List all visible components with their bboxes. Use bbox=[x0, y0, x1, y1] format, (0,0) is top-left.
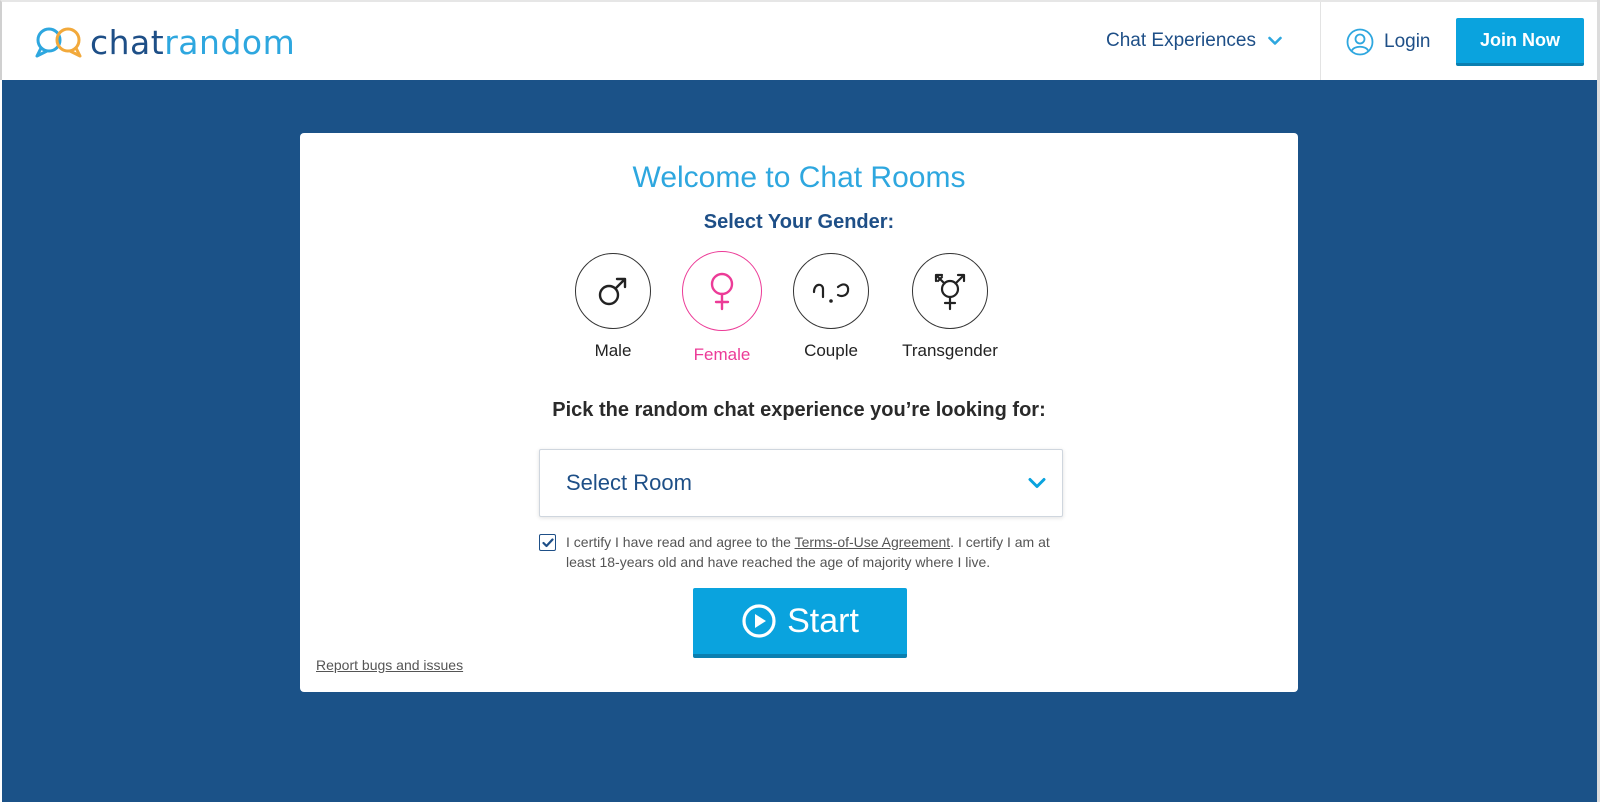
chevron-down-icon bbox=[1028, 478, 1046, 488]
female-symbol-icon bbox=[710, 272, 734, 311]
play-icon bbox=[742, 604, 776, 638]
chatrandom-logo[interactable]: chatrandom bbox=[32, 20, 295, 64]
gender-label-couple: Couple bbox=[804, 341, 858, 360]
chevron-down-icon bbox=[1268, 36, 1282, 45]
certify-text: I certify I have read and agree to the T… bbox=[566, 532, 1069, 572]
site-header: chatrandom Chat Experiences Login Join N… bbox=[0, 0, 1600, 82]
gender-option-female[interactable]: Female bbox=[662, 251, 782, 365]
login-link[interactable]: Login bbox=[1346, 28, 1431, 56]
gender-option-transgender[interactable]: Transgender bbox=[890, 253, 1010, 361]
terms-of-use-link[interactable]: Terms-of-Use Agreement bbox=[795, 534, 951, 550]
join-now-button[interactable]: Join Now bbox=[1456, 18, 1584, 66]
gender-option-couple[interactable]: Couple bbox=[771, 253, 891, 361]
certify-text-before: I certify I have read and agree to the bbox=[566, 534, 795, 550]
gender-label-transgender: Transgender bbox=[902, 341, 998, 360]
room-select[interactable]: Select Room bbox=[539, 449, 1063, 517]
couple-icon bbox=[812, 283, 850, 303]
page-title: Welcome to Chat Rooms bbox=[632, 161, 966, 194]
welcome-card: Welcome to Chat Rooms Select Your Gender… bbox=[300, 133, 1298, 692]
gender-circle-transgender bbox=[912, 253, 988, 329]
certify-row: I certify I have read and agree to the T… bbox=[539, 532, 1069, 572]
room-select-value: Select Room bbox=[566, 470, 692, 495]
logo-random-text: random bbox=[164, 22, 296, 62]
room-prompt: Pick the random chat experience you’re l… bbox=[552, 399, 1046, 421]
gender-label-female: Female bbox=[693, 345, 751, 364]
gender-prompt: Select Your Gender: bbox=[703, 211, 895, 233]
chat-experiences-menu[interactable]: Chat Experiences bbox=[1106, 30, 1282, 52]
start-label: Start bbox=[787, 601, 859, 640]
user-icon bbox=[1346, 28, 1374, 56]
start-button[interactable]: Start bbox=[693, 588, 907, 658]
gender-option-male[interactable]: Male bbox=[553, 253, 673, 361]
chat-bubbles-icon bbox=[35, 27, 82, 58]
certify-checkbox[interactable] bbox=[539, 534, 556, 551]
chat-experiences-label: Chat Experiences bbox=[1106, 30, 1256, 51]
checkmark-icon bbox=[541, 537, 554, 547]
report-bugs-link[interactable]: Report bugs and issues bbox=[316, 657, 463, 673]
header-divider bbox=[1320, 2, 1321, 82]
main-area: Welcome to Chat Rooms Select Your Gender… bbox=[2, 80, 1597, 802]
login-label: Login bbox=[1384, 31, 1431, 52]
logo-chat-text: chat bbox=[90, 22, 165, 62]
gender-circle-female bbox=[682, 251, 762, 331]
gender-circle-couple bbox=[793, 253, 869, 329]
gender-label-male: Male bbox=[594, 341, 632, 360]
gender-circle-male bbox=[575, 253, 651, 329]
logo-wordmark: chatrandom bbox=[90, 26, 295, 59]
transgender-symbol-icon bbox=[934, 273, 966, 311]
male-symbol-icon bbox=[598, 277, 627, 306]
